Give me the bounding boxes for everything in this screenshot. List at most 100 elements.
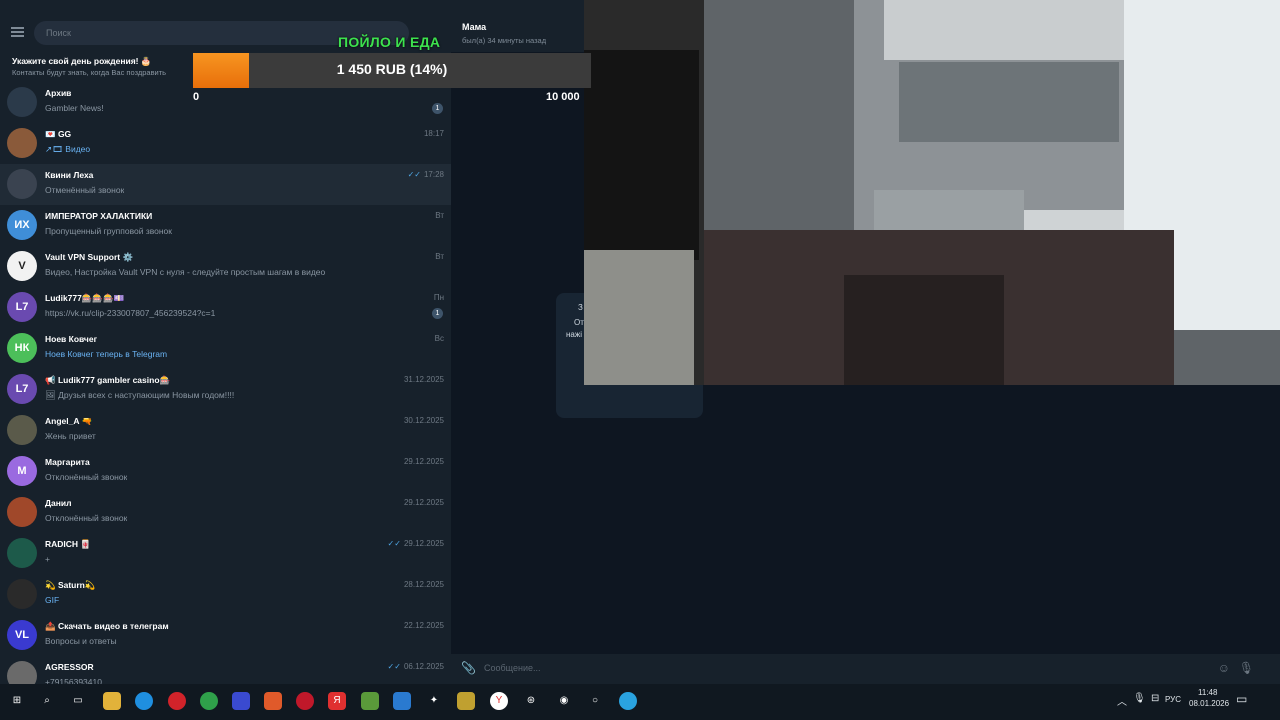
app-icon-2[interactable]	[393, 692, 411, 710]
composer: 📎 Сообщение... ☺ 🎙	[451, 654, 1280, 684]
chat-avatar: VL	[7, 620, 37, 650]
chat-time-text: Вт	[435, 252, 444, 261]
chat-avatar: L7	[7, 374, 37, 404]
chat-preview: Отменённый звонок	[45, 185, 125, 195]
app-icon-3[interactable]: ✦	[425, 692, 443, 710]
chat-list-item[interactable]: Квини Леха Отменённый звонок ✓✓ 17:28	[0, 164, 451, 205]
notifications-icon[interactable]: ▭	[1236, 692, 1247, 706]
chat-time: 29.12.2025	[404, 457, 444, 466]
chat-list-item[interactable]: 💫 Saturn💫 GIF 28.12.2025	[0, 574, 451, 615]
telegram-icon[interactable]	[619, 692, 637, 710]
chat-name: Данил	[45, 498, 72, 508]
message-input[interactable]: Сообщение...	[484, 663, 540, 673]
bubble-text-1: З	[578, 303, 583, 312]
chat-list-item[interactable]: VL 📤 Скачать видео в телеграм Вопросы и от…	[0, 615, 451, 656]
chat-name: 📤 Скачать видео в телеграм	[45, 621, 169, 631]
chat-list: Архив Gambler News! 1 💌 GG ↗🎞 Видео 18:17 Квин…	[0, 82, 451, 684]
chat-list-item[interactable]: ИХ ИМПЕРАТОР ХАЛАКТИКИ Пропущенный группов…	[0, 205, 451, 246]
overlay-title: ПОЙЛО И ЕДА	[338, 34, 441, 50]
chat-time: ✓✓ 06.12.2025	[388, 662, 444, 671]
chatgpt-icon[interactable]: ⊛	[522, 692, 540, 710]
chat-list-item[interactable]: RADICH 🀄 + ✓✓ 29.12.2025	[0, 533, 451, 574]
minecraft-icon[interactable]	[361, 692, 379, 710]
chat-title: Мама	[462, 22, 487, 32]
chat-name: 💫 Saturn💫	[45, 580, 96, 590]
windows-taskbar: ⊞ ⌕ ▭ Я ✦ Y ⊛ ◉ ○ ︿ 🎙 ⊟ РУС 11:48 08.01.…	[0, 684, 1280, 720]
tray-chevron-icon[interactable]: ︿	[1117, 693, 1127, 708]
chat-time: Вс	[435, 334, 444, 343]
chat-name: Квини Леха	[45, 170, 94, 180]
chat-list-item[interactable]: AGRESSOR +79156393410 ✓✓ 06.12.2025	[0, 656, 451, 684]
chat-name: Архив	[45, 88, 72, 98]
chat-list-item[interactable]: L7 Ludik777🎰🎰🎰💷 https://vk.ru/clip-2330078…	[0, 287, 451, 328]
chat-avatar: М	[7, 456, 37, 486]
chat-list-item[interactable]: L7 📢 Ludik777 gambler casino🎰 🖼 Друзья все…	[0, 369, 451, 410]
start-icon[interactable]: ⊞	[8, 692, 26, 710]
yandex-browser-icon[interactable]: Y	[490, 692, 508, 710]
clock-time[interactable]: 11:48	[1198, 688, 1217, 697]
chat-list-item[interactable]: НК Ноев Ковчег Ноев Ковчег теперь в Telegr…	[0, 328, 451, 369]
edge-icon[interactable]	[135, 692, 153, 710]
chat-time-text: Вс	[434, 334, 444, 343]
chat-preview: Пропущенный групповой звонок	[45, 226, 173, 236]
chat-time: 30.12.2025	[404, 416, 444, 425]
unread-badge: 1	[432, 103, 443, 114]
chat-avatar: НК	[7, 333, 37, 363]
chat-name: ИМПЕРАТОР ХАЛАКТИКИ	[45, 211, 153, 221]
search-icon[interactable]: ⌕	[38, 692, 56, 710]
clock-date[interactable]: 08.01.2026	[1189, 699, 1229, 708]
yandex-icon[interactable]: Я	[328, 692, 346, 710]
chrome-icon[interactable]	[200, 692, 218, 710]
chat-avatar: L7	[7, 292, 37, 322]
chat-header[interactable]: Мама был(а) 34 минуты назад	[451, 0, 584, 52]
menu-icon[interactable]	[11, 27, 24, 37]
opera-icon[interactable]	[296, 692, 314, 710]
chat-avatar	[7, 579, 37, 609]
chat-list-item[interactable]: V Vault VPN Support ⚙️ Видео, Настройка Va…	[0, 246, 451, 287]
chat-name: Ludik777🎰🎰🎰💷	[45, 293, 125, 303]
chat-time: 18:17	[424, 129, 444, 138]
chat-time-text: 22.12.2025	[403, 621, 444, 630]
chat-time: Пн	[434, 293, 444, 302]
microphone-icon[interactable]: 🎙	[1239, 661, 1254, 675]
chat-time-text: 29.12.2025	[403, 457, 444, 466]
birthday-subtitle: Контакты будут знать, когда Вас поздрави…	[12, 68, 167, 77]
chat-time-text: Пн	[433, 293, 444, 302]
chat-preview: https://vk.ru/clip-233007807_456239524?c…	[45, 308, 216, 318]
chat-time: ✓✓ 17:28	[408, 170, 444, 179]
chat-time-text: 30.12.2025	[403, 416, 444, 425]
brave-icon[interactable]	[264, 692, 282, 710]
microphone-tray-icon[interactable]: 🎙	[1133, 693, 1146, 704]
attach-icon[interactable]: 📎	[461, 661, 476, 675]
app-icon-4[interactable]: ○	[586, 692, 604, 710]
game-icon[interactable]	[457, 692, 475, 710]
donation-goal-bar: 1 450 RUB (14%)	[193, 53, 591, 88]
chat-list-item[interactable]: М Маргарита Отклонённый звонок 29.12.2025	[0, 451, 451, 492]
chat-preview: Видео, Настройка Vault VPN с нуля - след…	[45, 267, 326, 277]
telegram-window: Поиск Укажите свой день рождения! 🎂 Конт…	[0, 0, 1280, 684]
network-icon[interactable]: ⊟	[1151, 693, 1159, 704]
chat-list-item[interactable]: Архив Gambler News! 1	[0, 82, 451, 123]
chat-time: 29.12.2025	[404, 498, 444, 507]
chat-time-text: 17:28	[423, 170, 444, 179]
bubble-text-3: нажі	[566, 330, 582, 339]
chat-list-item[interactable]: 💌 GG ↗🎞 Видео 18:17	[0, 123, 451, 164]
chat-time-text: 18:17	[423, 129, 444, 138]
chat-time-text: 29.12.2025	[403, 498, 444, 507]
app-icon[interactable]	[232, 692, 250, 710]
chat-name: Ноев Ковчег	[45, 334, 98, 344]
explorer-icon[interactable]	[103, 692, 121, 710]
chat-list-item[interactable]: Angel_A 🔫 Жень привет 30.12.2025	[0, 410, 451, 451]
obs-icon[interactable]: ◉	[555, 692, 573, 710]
chat-list-item[interactable]: Данил Отклонённый звонок 29.12.2025	[0, 492, 451, 533]
emoji-icon[interactable]: ☺	[1218, 661, 1230, 675]
task-view-icon[interactable]: ▭	[69, 692, 87, 710]
chat-preview: +	[45, 554, 50, 564]
opera-gx-icon[interactable]	[168, 692, 186, 710]
language-indicator[interactable]: РУС	[1165, 695, 1181, 704]
chat-time-text: 31.12.2025	[403, 375, 444, 384]
chat-name: AGRESSOR	[45, 662, 94, 672]
goal-max: 10 000	[546, 91, 580, 103]
chat-preview: GIF	[45, 595, 60, 605]
chat-avatar	[7, 661, 37, 684]
